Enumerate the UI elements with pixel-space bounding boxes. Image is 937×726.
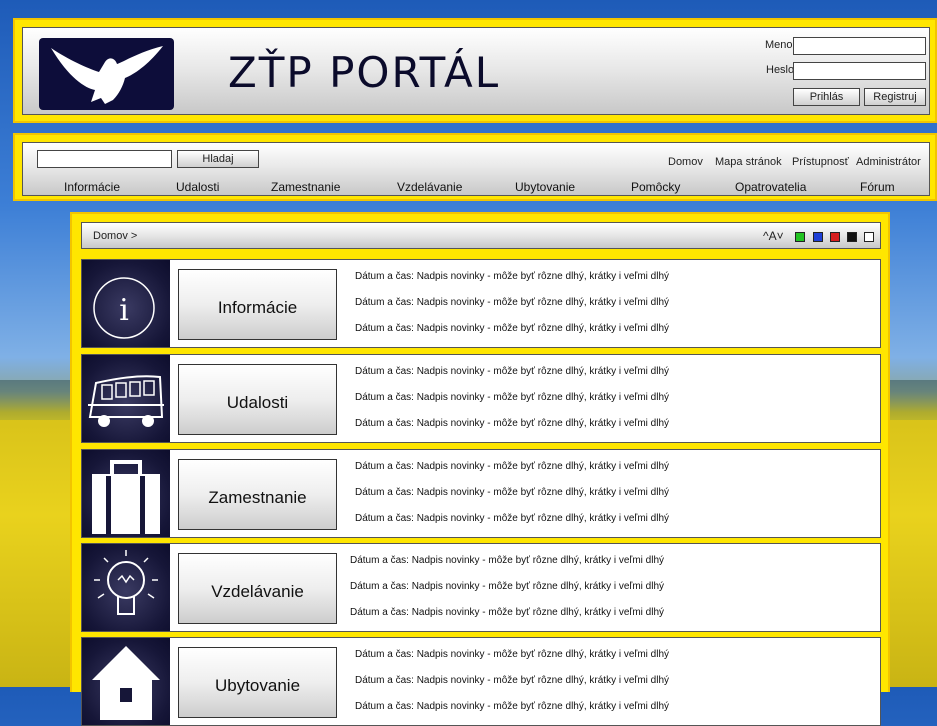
- news-item[interactable]: Dátum a čas: Nadpis novinky - môže byť r…: [355, 392, 669, 403]
- heslo-input[interactable]: [793, 62, 926, 80]
- menu-informacie[interactable]: Informácie: [64, 180, 120, 194]
- blue-theme-swatch[interactable]: [813, 232, 823, 242]
- house-icon: [82, 638, 170, 725]
- menu-forum[interactable]: Fórum: [860, 180, 895, 194]
- section-zamestnanie: Zamestnanie Dátum a čas: Nadpis novinky …: [81, 449, 881, 538]
- portal-title: ZŤP PORTÁL: [228, 48, 501, 97]
- news-item[interactable]: Dátum a čas: Nadpis novinky - môže byť r…: [355, 701, 669, 712]
- section-vzdelavanie: Vzdelávanie Dátum a čas: Nadpis novinky …: [81, 543, 881, 632]
- prihlas-button[interactable]: Prihlás: [793, 88, 860, 106]
- search-input[interactable]: [37, 150, 172, 168]
- green-theme-swatch[interactable]: [795, 232, 805, 242]
- menu-opatrovatelia[interactable]: Opatrovatelia: [735, 180, 806, 194]
- menu-udalosti[interactable]: Udalosti: [176, 180, 219, 194]
- category-button-zamestnanie[interactable]: Zamestnanie: [178, 459, 337, 530]
- navigation-panel: Hladaj Domov Mapa stránok Prístupnosť Ad…: [22, 142, 930, 196]
- news-item[interactable]: Dátum a čas: Nadpis novinky - môže byť r…: [355, 366, 669, 377]
- bus-icon: [82, 355, 170, 442]
- svg-text:i: i: [119, 293, 129, 328]
- menu-ubytovanie[interactable]: Ubytovanie: [515, 180, 575, 194]
- meno-label: Meno:: [765, 39, 796, 51]
- lightbulb-icon: [82, 544, 170, 631]
- menu-pomocky[interactable]: Pomôcky: [631, 180, 680, 194]
- dove-logo: [39, 38, 174, 110]
- white-theme-swatch[interactable]: [864, 232, 874, 242]
- header-panel: ZŤP PORTÁL Meno: Heslo: Prihlás Registru…: [22, 27, 930, 115]
- navigation-frame: Hladaj Domov Mapa stránok Prístupnosť Ad…: [13, 133, 937, 201]
- registruj-button[interactable]: Registruj: [864, 88, 926, 106]
- menu-vzdelavanie[interactable]: Vzdelávanie: [397, 180, 462, 194]
- top-link-pristupnost[interactable]: Prístupnosť: [792, 156, 849, 168]
- content-frame: Domov > ^A˅ i Informácie Dátum a čas: Na…: [70, 212, 890, 726]
- news-item[interactable]: Dátum a čas: Nadpis novinky - môže byť r…: [355, 487, 669, 498]
- header-frame: ZŤP PORTÁL Meno: Heslo: Prihlás Registru…: [13, 18, 937, 123]
- news-item[interactable]: Dátum a čas: Nadpis novinky - môže byť r…: [355, 513, 669, 524]
- briefcase-icon: [82, 450, 170, 537]
- news-item[interactable]: Dátum a čas: Nadpis novinky - môže byť r…: [355, 461, 669, 472]
- news-item[interactable]: Dátum a čas: Nadpis novinky - môže byť r…: [355, 271, 669, 282]
- category-button-vzdelavanie[interactable]: Vzdelávanie: [178, 553, 337, 624]
- black-theme-swatch[interactable]: [847, 232, 857, 242]
- news-item[interactable]: Dátum a čas: Nadpis novinky - môže byť r…: [355, 323, 669, 334]
- category-button-ubytovanie[interactable]: Ubytovanie: [178, 647, 337, 718]
- breadcrumb[interactable]: Domov >: [93, 230, 137, 242]
- section-ubytovanie: Ubytovanie Dátum a čas: Nadpis novinky -…: [81, 637, 881, 726]
- news-item[interactable]: Dátum a čas: Nadpis novinky - môže byť r…: [350, 581, 664, 592]
- news-item[interactable]: Dátum a čas: Nadpis novinky - môže byť r…: [350, 607, 664, 618]
- news-item[interactable]: Dátum a čas: Nadpis novinky - môže byť r…: [355, 297, 669, 308]
- font-size-control[interactable]: ^A˅: [763, 229, 784, 243]
- news-item[interactable]: Dátum a čas: Nadpis novinky - môže byť r…: [355, 649, 669, 660]
- meno-input[interactable]: [793, 37, 926, 55]
- menu-zamestnanie[interactable]: Zamestnanie: [271, 180, 340, 194]
- top-link-administrator[interactable]: Administrátor: [856, 156, 921, 168]
- news-item[interactable]: Dátum a čas: Nadpis novinky - môže byť r…: [355, 675, 669, 686]
- section-informacie: i Informácie Dátum a čas: Nadpis novinky…: [81, 259, 881, 348]
- red-theme-swatch[interactable]: [830, 232, 840, 242]
- top-link-domov[interactable]: Domov: [668, 156, 703, 168]
- section-udalosti: Udalosti Dátum a čas: Nadpis novinky - m…: [81, 354, 881, 443]
- search-button[interactable]: Hladaj: [177, 150, 259, 168]
- breadcrumb-bar: Domov > ^A˅: [81, 222, 881, 249]
- info-icon: i: [82, 260, 170, 347]
- category-button-udalosti[interactable]: Udalosti: [178, 364, 337, 435]
- top-link-mapa-stranok[interactable]: Mapa stránok: [715, 156, 782, 168]
- news-item[interactable]: Dátum a čas: Nadpis novinky - môže byť r…: [350, 555, 664, 566]
- news-item[interactable]: Dátum a čas: Nadpis novinky - môže byť r…: [355, 418, 669, 429]
- category-button-informacie[interactable]: Informácie: [178, 269, 337, 340]
